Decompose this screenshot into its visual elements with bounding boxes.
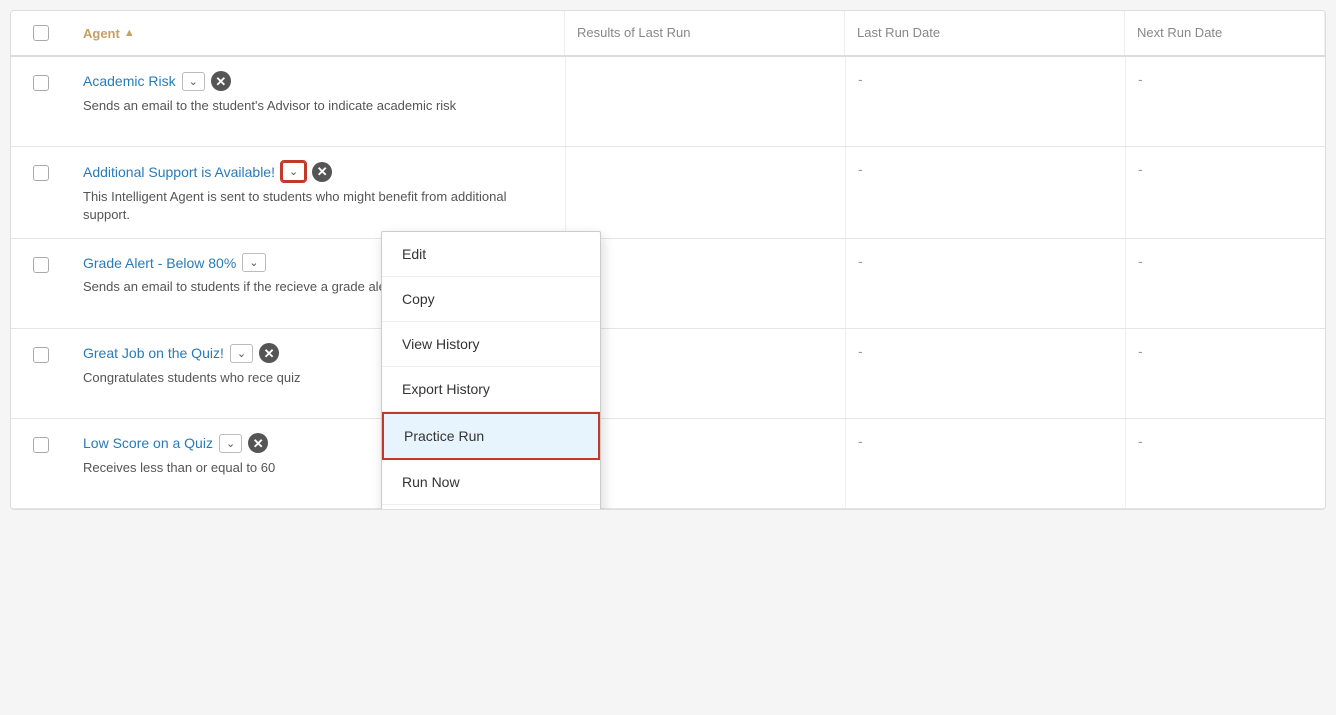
select-all-checkbox[interactable] [33, 25, 49, 41]
agent-name-row: Additional Support is Available! ⌄ ✕ [83, 161, 553, 182]
last-run-cell: - [845, 329, 1125, 418]
agent-delete-icon[interactable]: ✕ [211, 71, 231, 91]
header-agent-label: Agent [83, 26, 120, 41]
results-cell [565, 57, 845, 146]
next-run-cell: - [1125, 57, 1325, 146]
agent-dropdown-button[interactable]: ⌄ [219, 434, 242, 453]
table-row: Great Job on the Quiz! ⌄ ✕ Congratulates… [11, 329, 1325, 419]
header-last-run-label: Last Run Date [857, 25, 940, 40]
menu-item-run-now[interactable]: Run Now [382, 460, 600, 505]
last-run-cell: - [845, 419, 1125, 508]
results-cell [565, 239, 845, 328]
agent-delete-icon[interactable]: ✕ [259, 343, 279, 363]
agent-name-link[interactable]: Grade Alert - Below 80% [83, 255, 236, 271]
header-last-run: Last Run Date [845, 11, 1125, 55]
row-checkbox-cell [11, 57, 71, 146]
row-checkbox-cell [11, 419, 71, 508]
next-run-cell: - [1125, 239, 1325, 328]
menu-item-delete[interactable]: Delete [382, 505, 600, 510]
header-checkbox-cell [11, 11, 71, 55]
table-row: Low Score on a Quiz ⌄ ✕ Receives less th… [11, 419, 1325, 509]
agents-table: Agent ▲ Results of Last Run Last Run Dat… [10, 10, 1326, 510]
agent-delete-icon[interactable]: ✕ [312, 162, 332, 182]
agent-name-link[interactable]: Low Score on a Quiz [83, 435, 213, 451]
table-row: Academic Risk ⌄ ✕ Sends an email to the … [11, 57, 1325, 147]
agent-cell: Academic Risk ⌄ ✕ Sends an email to the … [71, 57, 565, 146]
menu-item-copy[interactable]: Copy [382, 277, 600, 322]
last-run-cell: - [845, 239, 1125, 328]
header-results: Results of Last Run [565, 11, 845, 55]
menu-item-edit[interactable]: Edit [382, 232, 600, 277]
header-next-run: Next Run Date [1125, 11, 1325, 55]
next-run-cell: - [1125, 329, 1325, 418]
agent-dropdown-button[interactable]: ⌄ [230, 344, 253, 363]
menu-item-practice-run[interactable]: Practice Run [382, 412, 600, 460]
last-run-cell: - [845, 147, 1125, 238]
results-cell [565, 329, 845, 418]
results-cell [565, 419, 845, 508]
header-next-run-label: Next Run Date [1137, 25, 1222, 40]
table-row: Additional Support is Available! ⌄ ✕ Thi… [11, 147, 1325, 239]
menu-item-export-history[interactable]: Export History [382, 367, 600, 412]
agent-description: Sends an email to the student's Advisor … [83, 97, 553, 115]
agent-name-link[interactable]: Academic Risk [83, 73, 176, 89]
header-agent: Agent ▲ [71, 11, 565, 55]
agent-delete-icon[interactable]: ✕ [248, 433, 268, 453]
agent-dropdown-button-active[interactable]: ⌄ [281, 161, 306, 182]
menu-item-view-history[interactable]: View History [382, 322, 600, 367]
next-run-cell: - [1125, 147, 1325, 238]
row-checkbox[interactable] [33, 165, 49, 181]
agent-name-row: Academic Risk ⌄ ✕ [83, 71, 553, 91]
row-checkbox-cell [11, 239, 71, 328]
row-checkbox[interactable] [33, 347, 49, 363]
header-results-label: Results of Last Run [577, 25, 690, 40]
row-checkbox[interactable] [33, 75, 49, 91]
row-checkbox-cell [11, 329, 71, 418]
table-header: Agent ▲ Results of Last Run Last Run Dat… [11, 11, 1325, 57]
results-cell [565, 147, 845, 238]
agent-name-link[interactable]: Great Job on the Quiz! [83, 345, 224, 361]
row-checkbox[interactable] [33, 257, 49, 273]
table-row: Grade Alert - Below 80% ⌄ Sends an email… [11, 239, 1325, 329]
last-run-cell: - [845, 57, 1125, 146]
agent-description: This Intelligent Agent is sent to studen… [83, 188, 553, 224]
sort-asc-icon: ▲ [124, 27, 135, 39]
agent-cell: Additional Support is Available! ⌄ ✕ Thi… [71, 147, 565, 238]
row-checkbox-cell [11, 147, 71, 238]
dropdown-menu: Edit Copy View History Export History Pr… [381, 231, 601, 510]
next-run-cell: - [1125, 419, 1325, 508]
row-checkbox[interactable] [33, 437, 49, 453]
agent-dropdown-button[interactable]: ⌄ [182, 72, 205, 91]
agent-name-link[interactable]: Additional Support is Available! [83, 164, 275, 180]
agent-dropdown-button[interactable]: ⌄ [242, 253, 265, 272]
